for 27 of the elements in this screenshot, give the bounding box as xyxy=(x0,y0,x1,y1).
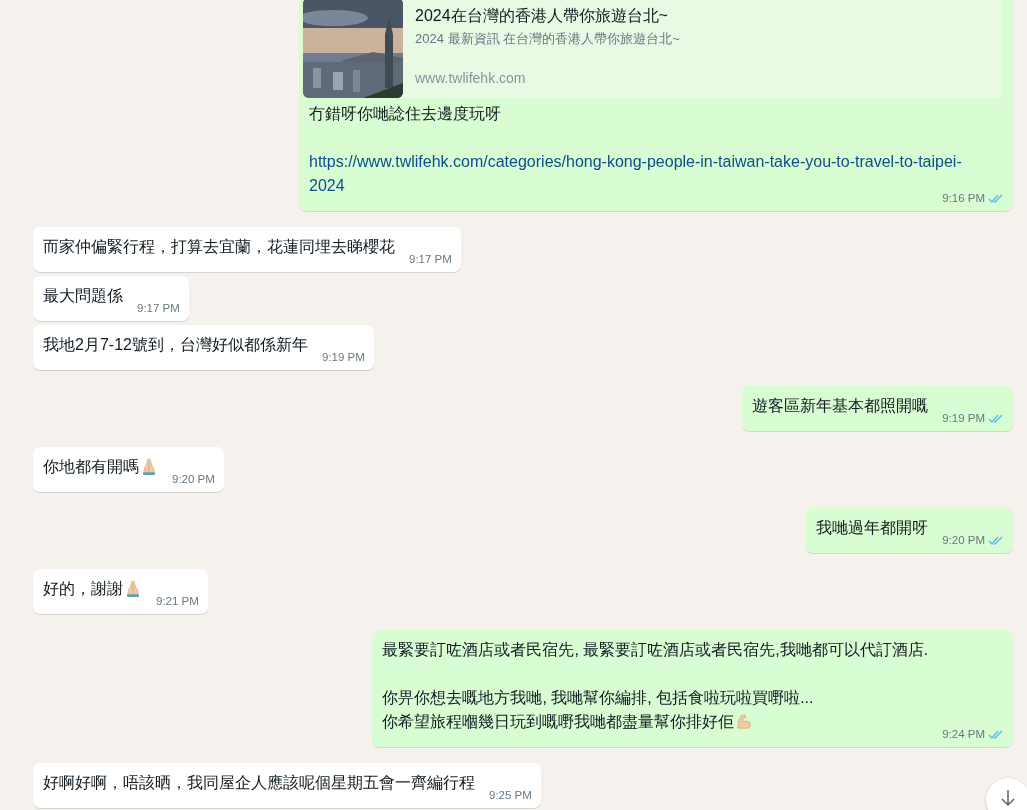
message-text: 你畀你想去嘅地方我哋, 我哋幫你編排, 包括食啦玩啦買嘢啦... xyxy=(382,689,814,706)
down-arrow-icon xyxy=(998,788,1018,808)
message-text: 冇錯呀你哋諗住去邊度玩呀 xyxy=(309,105,501,122)
message-time: 9:20 PM xyxy=(172,473,215,485)
message-text: 你希望旅程嗰幾日玩到嘅嘢我哋都盡量幫你排好佢 xyxy=(382,713,735,730)
message-time: 9:16 PM xyxy=(942,192,985,204)
message-time: 9:24 PM xyxy=(942,728,985,740)
message-text: 你地都有開嗎 xyxy=(43,458,139,475)
preview-domain: www.twlifehk.com xyxy=(415,70,527,86)
message-time: 9:17 PM xyxy=(409,253,452,265)
message-text: 我地2月7-12號到，台灣好似都係新年 xyxy=(43,336,308,353)
message-text: 遊客區新年基本都照開嘅 xyxy=(752,397,929,414)
message-text: 好啊好啊，唔該晒，我同屋企人應該呢個星期五會一齊編行程 xyxy=(43,774,475,791)
message-text: 好的，謝謝 xyxy=(43,580,123,597)
message-text: 我哋過年都開呀 xyxy=(816,519,929,536)
message-time: 9:19 PM xyxy=(321,351,365,363)
message-text: 最大問題係 xyxy=(43,287,123,304)
message-time: 9:17 PM xyxy=(137,302,180,314)
preview-description: 2024 最新資訊 在台灣的香港人帶你旅遊台北~ xyxy=(415,30,680,48)
message-time: 9:25 PM xyxy=(489,789,532,801)
message-time: 9:19 PM xyxy=(942,412,985,424)
message-text: 而家仲偏緊行程，打算去宜蘭，花蓮同埋去睇櫻花 xyxy=(43,238,395,255)
message-text: 最緊要訂咗酒店或者民宿先, 最緊要訂咗酒店或者民宿先,我哋都可以代訂酒店. xyxy=(382,641,929,658)
link-preview[interactable]: 2024在台灣的香港人帶你旅遊台北~ 2024 最新資訊 在台灣的香港人帶你旅遊台北~ www.twlifehk.com xyxy=(303,0,1002,98)
preview-title: 2024在台灣的香港人帶你旅遊台北~ xyxy=(415,6,669,26)
message-time: 9:20 PM xyxy=(942,534,985,546)
message-time: 9:21 PM xyxy=(156,595,199,607)
